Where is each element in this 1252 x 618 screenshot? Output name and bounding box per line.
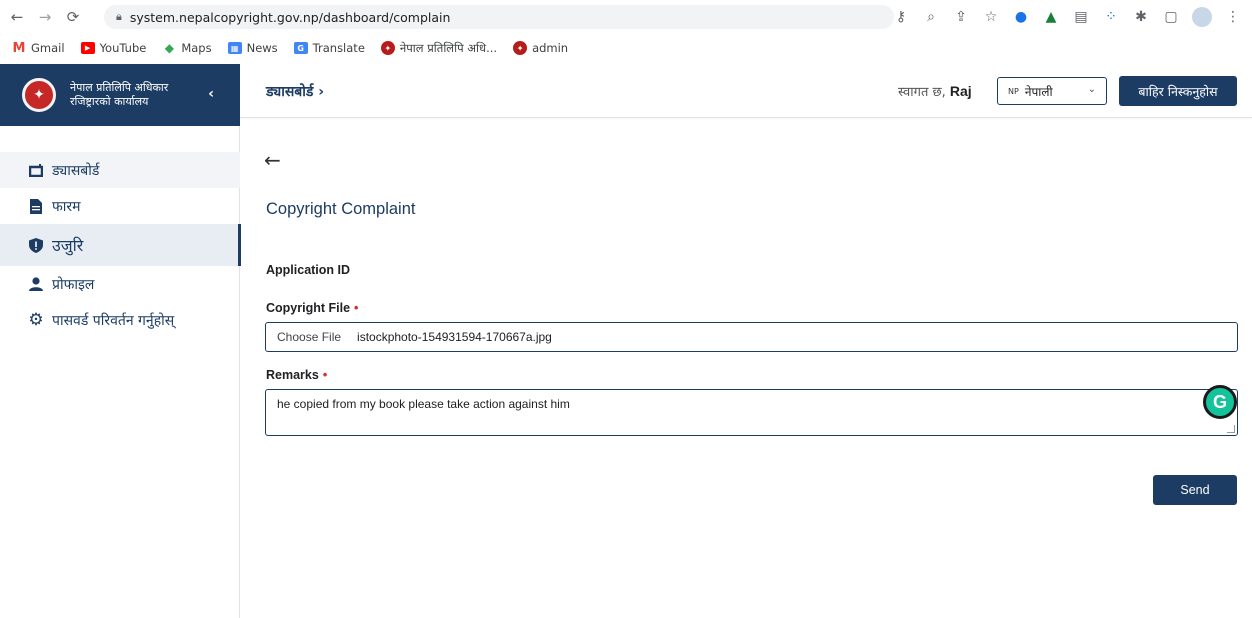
sidebar-item-dashboard[interactable]: ड्यासबोर्ड: [0, 152, 240, 188]
required-marker: •: [354, 301, 359, 315]
translate-icon: G: [293, 42, 308, 54]
bookmark-gmail[interactable]: M Gmail: [12, 40, 65, 56]
sidebar-item-complaint[interactable]: उजुरि: [0, 224, 241, 266]
nepal-emblem-icon: ✦: [22, 78, 56, 112]
sidebar-item-profile[interactable]: प्रोफाइल: [0, 266, 240, 302]
menu-kebab-icon[interactable]: ⋮: [1224, 9, 1242, 25]
youtube-icon: ▶: [80, 42, 95, 54]
sidebar-item-form[interactable]: फारम: [0, 188, 240, 224]
sidebar-item-label: प्रोफाइल: [52, 276, 95, 293]
extension-clipboard-icon[interactable]: ▤: [1072, 9, 1090, 25]
remarks-value: he copied from my book please take actio…: [277, 397, 570, 411]
back-arrow-icon[interactable]: ←: [264, 148, 281, 172]
welcome-text: स्वागत छ, Raj: [898, 83, 972, 100]
choose-file-button[interactable]: Choose File: [266, 330, 341, 344]
bookmark-nepal-copyright[interactable]: ✦ नेपाल प्रतिलिपि अधि...: [380, 41, 497, 56]
main-content: ← Copyright Complaint Application ID Cop…: [240, 118, 1252, 618]
back-nav-icon[interactable]: ←: [6, 6, 28, 28]
bookmark-admin[interactable]: ✦ admin: [513, 41, 568, 55]
breadcrumb[interactable]: ड्यासबोर्ड ›: [266, 82, 324, 101]
shield-icon: [28, 237, 44, 253]
sidebar-menu: ड्यासबोर्ड फारम उजुरि प्रोफाइल ⚙ पासवर्ड…: [0, 152, 241, 338]
bookmark-translate[interactable]: G Translate: [293, 41, 365, 55]
lock-icon: 🔒︎: [116, 10, 122, 23]
extension-beta-icon[interactable]: ▲: [1042, 9, 1060, 25]
copyright-file-input[interactable]: Choose File istockphoto-154931594-170667…: [265, 322, 1238, 352]
sidebar-header: ✦ नेपाल प्रतिलिपि अधिकार रजिष्ट्रारको का…: [0, 64, 240, 126]
emblem-icon: ✦: [380, 41, 395, 55]
app-topbar: ड्यासबोर्ड › स्वागत छ, Raj NP नेपाली ⌄ ब…: [240, 64, 1252, 118]
share-icon[interactable]: ⇪: [952, 9, 970, 25]
sidebar-item-label: फारम: [52, 198, 81, 215]
emblem-icon: ✦: [513, 41, 528, 55]
sidebar-item-change-password[interactable]: ⚙ पासवर्ड परिवर्तन गर्नुहोस्: [0, 302, 240, 338]
browser-extension-icons: ⚷ ⌕ ⇪ ☆ ● ▲ ▤ ⁘ ✱ ▢ ⋮: [892, 0, 1242, 34]
star-icon[interactable]: ☆: [982, 9, 1000, 25]
dashboard-icon: [28, 162, 44, 178]
grammarly-icon[interactable]: G: [1203, 385, 1237, 419]
browser-toolbar: ← → ⟳ 🔒︎ system.nepalcopyright.gov.np/da…: [0, 0, 1252, 34]
url-text: system.nepalcopyright.gov.np/dashboard/c…: [129, 9, 451, 25]
sidepanel-icon[interactable]: ▢: [1162, 9, 1180, 25]
maps-icon: ◆: [164, 41, 174, 55]
sidebar-collapse-button[interactable]: ‹: [208, 86, 214, 102]
copyright-file-label: Copyright File •: [266, 301, 359, 315]
news-icon: ▦: [227, 42, 242, 54]
user-name: Raj: [949, 83, 972, 99]
page-title: Copyright Complaint: [266, 200, 416, 218]
sidebar-item-label: पासवर्ड परिवर्तन गर्नुहोस्: [52, 312, 175, 329]
bookmark-maps[interactable]: ◆ Maps: [162, 41, 212, 55]
file-icon: [28, 198, 44, 214]
chevron-down-icon: ⌄: [1087, 84, 1096, 95]
sidebar: ड्यासबोर्ड फारम उजुरि प्रोफाइल ⚙ पासवर्ड…: [0, 126, 241, 618]
remarks-textarea[interactable]: he copied from my book please take actio…: [265, 389, 1238, 436]
remarks-label: Remarks •: [266, 368, 328, 382]
reload-icon[interactable]: ⟳: [62, 6, 84, 28]
logout-button[interactable]: बाहिर निस्कनुहोस: [1119, 76, 1237, 106]
address-bar[interactable]: 🔒︎ system.nepalcopyright.gov.np/dashboar…: [104, 5, 894, 29]
resize-handle-icon[interactable]: [1227, 425, 1235, 433]
language-select[interactable]: NP नेपाली ⌄: [997, 77, 1107, 105]
profile-avatar[interactable]: [1192, 7, 1212, 27]
bookmarks-bar: M Gmail ▶ YouTube ◆ Maps ▦ News G Translate ✦…: [0, 34, 1252, 62]
user-icon: [28, 276, 44, 292]
puzzle-icon[interactable]: ✱: [1132, 9, 1150, 25]
language-label: नेपाली: [1024, 84, 1053, 99]
language-code: NP: [1008, 86, 1019, 96]
gear-icon: ⚙: [28, 310, 44, 330]
required-marker: •: [322, 368, 328, 382]
sidebar-item-label: उजुरि: [52, 236, 84, 255]
extension-dots-icon[interactable]: ⁘: [1102, 9, 1120, 25]
selected-file-name: istockphoto-154931594-170667a.jpg: [357, 330, 552, 344]
application-id-label: Application ID: [266, 263, 351, 277]
forward-nav-icon[interactable]: →: [34, 6, 56, 28]
sidebar-item-label: ड्यासबोर्ड: [52, 162, 100, 179]
bookmark-youtube[interactable]: ▶ YouTube: [80, 41, 146, 55]
key-icon[interactable]: ⚷: [892, 9, 910, 25]
org-name: नेपाल प्रतिलिपि अधिकार रजिष्ट्रारको कार्…: [70, 81, 169, 108]
bookmark-news[interactable]: ▦ News: [227, 41, 278, 55]
send-button[interactable]: Send: [1153, 475, 1237, 505]
zoom-icon[interactable]: ⌕: [922, 9, 940, 25]
gmail-icon: M: [12, 40, 26, 56]
extension-c-icon[interactable]: ●: [1012, 9, 1030, 25]
